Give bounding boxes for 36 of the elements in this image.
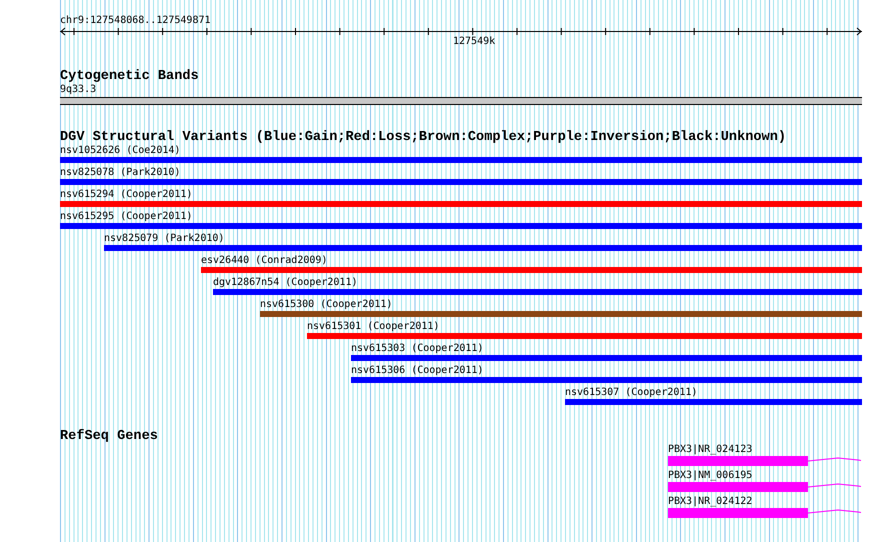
ruler-location: chr9:127548068..127549871 xyxy=(60,15,212,27)
gene-model[interactable] xyxy=(668,456,862,466)
variant-bar[interactable] xyxy=(213,289,862,295)
variant-label: nsv615306 (Cooper2011) xyxy=(351,365,484,377)
variant-label: nsv615307 (Cooper2011) xyxy=(565,387,698,399)
variant-label: nsv825079 (Park2010) xyxy=(104,233,224,245)
track-title: Cytogenetic Bands xyxy=(60,70,199,84)
variant-bar[interactable] xyxy=(351,355,862,361)
variant-label: nsv615300 (Cooper2011) xyxy=(260,299,392,311)
variant-label: nsv1052626 (Coe2014) xyxy=(60,145,180,157)
gene-label: PBX3|NR_024123 xyxy=(668,444,752,456)
variant-bar[interactable] xyxy=(104,245,862,251)
variant-bar[interactable] xyxy=(60,157,862,163)
variant-label: nsv615303 (Cooper2011) xyxy=(351,343,484,355)
gene-label: PBX3|NR_024122 xyxy=(668,496,752,508)
variant-bar[interactable] xyxy=(201,267,862,273)
ruler-tick-label: 127549k xyxy=(453,36,496,48)
variant-label: nsv615301 (Cooper2011) xyxy=(307,321,440,333)
variant-label: nsv615294 (Cooper2011) xyxy=(60,189,192,201)
variant-bar[interactable] xyxy=(60,223,862,229)
variant-bar[interactable] xyxy=(351,377,862,383)
variant-label: dgv12867n54 (Cooper2011) xyxy=(213,277,358,289)
gene-model[interactable] xyxy=(668,482,862,492)
track-title: RefSeq Genes xyxy=(60,430,158,444)
gene-model[interactable] xyxy=(668,508,862,518)
variant-bar[interactable] xyxy=(60,179,862,185)
variant-bar[interactable] xyxy=(307,333,862,339)
variant-bar[interactable] xyxy=(60,201,862,207)
variant-label: esv26440 (Conrad2009) xyxy=(201,255,328,267)
variant-bar[interactable] xyxy=(565,399,862,405)
track-title: DGV Structural Variants (Blue:Gain;Red:Loss;Brown:Complex;Purple:Inversion;Black:Unknown) xyxy=(60,131,786,145)
variant-label: nsv825078 (Park2010) xyxy=(60,167,180,179)
variant-bar[interactable] xyxy=(260,311,862,317)
band-label: 9q33.3 xyxy=(60,84,96,96)
variant-label: nsv615295 (Cooper2011) xyxy=(60,211,192,223)
gene-label: PBX3|NM_006195 xyxy=(668,470,752,482)
